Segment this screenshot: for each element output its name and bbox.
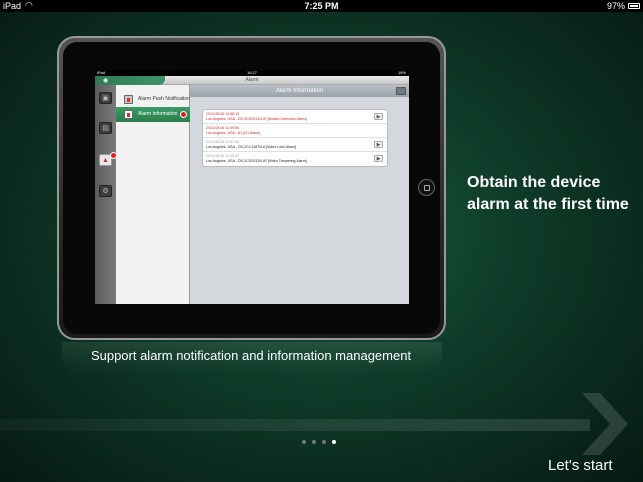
- alarm-detail: Los Angeles, USA - DS-2CD2012N-IR [Video…: [206, 158, 307, 163]
- arrow-band: [0, 419, 590, 431]
- alarm-record[interactable]: 2013-08-06 11:58:13 Los Angeles, USA - D…: [203, 110, 387, 124]
- screen-title-bar: ◉ Alarm: [95, 76, 409, 85]
- ios-status-bar: iPad ◠ 7:25 PM 97%: [0, 0, 643, 12]
- camera-icon[interactable]: ▶: [374, 141, 383, 148]
- screen-battery: 18%: [397, 70, 406, 75]
- page-dot[interactable]: [312, 440, 316, 444]
- feature-caption: Support alarm notification and informati…: [90, 348, 412, 363]
- camera-icon[interactable]: ▶: [374, 155, 383, 162]
- nav-live-view-icon[interactable]: ▣: [99, 92, 112, 104]
- nav-devices-icon[interactable]: ▤: [99, 122, 112, 134]
- alarm-record[interactable]: 2013-08-06 11:49:56 Los Angeles, USA - A…: [203, 124, 387, 138]
- battery-percent: 97%: [606, 1, 625, 11]
- delete-icon[interactable]: [396, 87, 406, 95]
- page-dot[interactable]: [302, 440, 306, 444]
- panel-header: Alarm Information: [190, 85, 409, 97]
- lets-start-button[interactable]: Let's start: [548, 457, 613, 474]
- left-nav-rail: ▣ ▤ ▲ ⚙: [95, 85, 117, 304]
- screen-time: 16:27: [246, 70, 257, 75]
- alarm-menu: Alarm Push Notification Alarm Informatio…: [116, 85, 190, 304]
- menu-item-alarm-info[interactable]: Alarm Information: [116, 107, 190, 122]
- unread-badge: [180, 111, 187, 118]
- menu-item-alarm-push[interactable]: Alarm Push Notification: [116, 92, 190, 107]
- device-screen: iPad 16:27 18% ◉ Alarm ▣ ▤ ▲ ⚙ Alarm Pus…: [95, 70, 409, 304]
- status-time: 7:25 PM: [304, 1, 339, 11]
- alarm-record[interactable]: 2013-08-06 11:45:27 Los Angeles, USA - D…: [203, 152, 387, 166]
- feature-headline: Obtain the device alarm at the first tim…: [467, 174, 629, 213]
- alarm-detail: Los Angeles, USA - DS-2CD2012N-IR [Motio…: [206, 116, 307, 121]
- screen-title: Alarm: [245, 77, 259, 83]
- alarm-record[interactable]: 2013-08-06 11:47:59 Los Angeles, USA - D…: [203, 138, 387, 152]
- camera-icon[interactable]: ▶: [374, 113, 383, 120]
- alarm-detail: Los Angeles, USA - A1 [I/O Alarm]: [206, 130, 261, 135]
- page-indicator: [302, 440, 342, 446]
- page-dot[interactable]: [322, 440, 326, 444]
- nav-settings-icon[interactable]: ⚙: [99, 185, 112, 197]
- alarm-list: 2013-08-06 11:58:13 Los Angeles, USA - D…: [202, 109, 388, 167]
- next-arrow-icon[interactable]: [578, 393, 630, 455]
- menu-item-label: Alarm Information: [138, 111, 178, 117]
- alarm-info-icon: [124, 110, 133, 119]
- alarm-detail: Los Angeles, USA - DS-2CC1187N-A [Video …: [206, 144, 296, 149]
- home-button-icon: [418, 179, 435, 196]
- alarm-info-panel: Alarm Information 2013-08-06 11:58:13 Lo…: [190, 85, 409, 304]
- push-notification-icon: [124, 95, 133, 104]
- page-dot-active[interactable]: [332, 440, 336, 444]
- menu-item-label: Alarm Push Notification: [138, 96, 190, 102]
- battery-icon: [628, 3, 640, 9]
- panel-title: Alarm Information: [275, 88, 324, 94]
